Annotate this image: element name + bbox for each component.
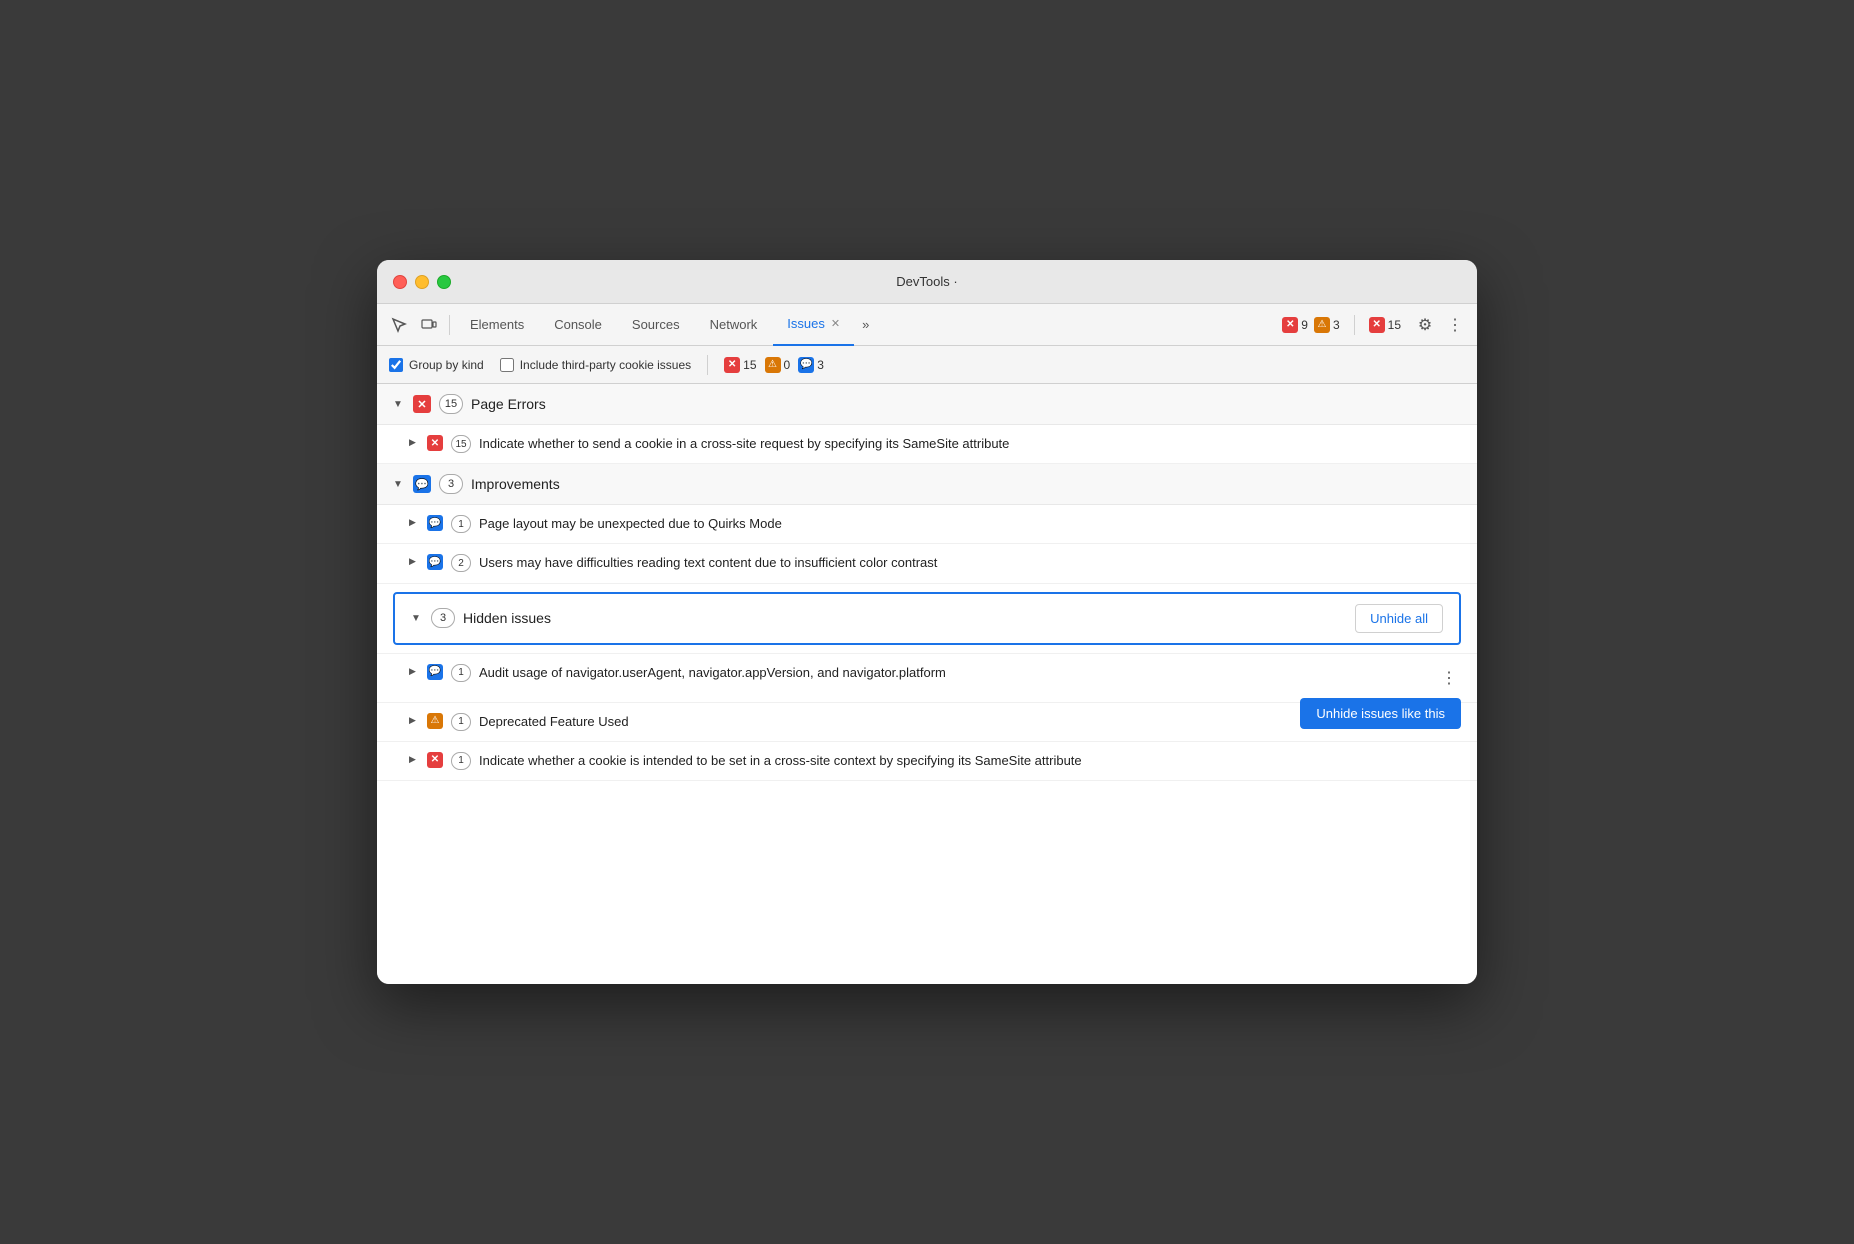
page-errors-icon: ✕ xyxy=(413,395,431,413)
issue-count-5: 1 xyxy=(451,713,471,731)
issue-info-icon-1: 💬 xyxy=(427,515,443,531)
issue-text: Indicate whether to send a cookie in a c… xyxy=(479,435,1461,453)
hidden-issues-section-header[interactable]: ▼ 3 Hidden issues Unhide all xyxy=(393,592,1461,645)
tab-close-icon[interactable]: ✕ xyxy=(831,317,840,330)
issue-chevron-2: ▶ xyxy=(409,517,419,528)
traffic-lights xyxy=(393,275,451,289)
warn-badge[interactable]: ⚠ 3 xyxy=(1314,317,1340,333)
group-by-kind-checkbox[interactable] xyxy=(389,358,403,372)
toolbar: Elements Console Sources Network Issues … xyxy=(377,304,1477,346)
more-options-icon[interactable]: ⋮ xyxy=(1441,311,1469,339)
page-errors-section-header[interactable]: ▼ ✕ 15 Page Errors xyxy=(377,384,1477,425)
improvements-count: 3 xyxy=(439,474,463,494)
filter-error-badge[interactable]: ✕ 15 xyxy=(724,357,756,373)
filter-badges: ✕ 15 ⚠ 0 💬 3 xyxy=(724,357,824,373)
group-by-kind-checkbox-group: Group by kind xyxy=(389,358,484,372)
error-badge[interactable]: ✕ 9 xyxy=(1282,317,1308,333)
issue-samesite-cookie[interactable]: ▶ ✕ 15 Indicate whether to send a cookie… xyxy=(377,425,1477,464)
issue-text-6: Indicate whether a cookie is intended to… xyxy=(479,752,1461,770)
issue-quirks-mode[interactable]: ▶ 💬 1 Page layout may be unexpected due … xyxy=(377,505,1477,544)
issue-count: 15 xyxy=(451,435,471,453)
issue-error-icon: ✕ xyxy=(427,435,443,451)
error-count: 9 xyxy=(1301,318,1308,332)
hidden-section-inner: ▼ 3 Hidden issues xyxy=(411,608,1347,628)
filter-error-count: 15 xyxy=(743,358,756,372)
issue-count-4: 1 xyxy=(451,664,471,682)
issue-info-icon-3: 💬 xyxy=(427,664,443,680)
issue-chevron-5: ▶ xyxy=(409,715,419,726)
issue-color-contrast[interactable]: ▶ 💬 2 Users may have difficulties readin… xyxy=(377,544,1477,583)
improvements-section-header[interactable]: ▼ 💬 3 Improvements xyxy=(377,464,1477,505)
issue-navigator-audit[interactable]: ▶ 💬 1 Audit usage of navigator.userAgent… xyxy=(377,654,1477,703)
issue-count-3: 2 xyxy=(451,554,471,572)
improvements-title: Improvements xyxy=(471,476,560,492)
issue-more-icon[interactable]: ⋮ xyxy=(1437,664,1461,692)
tab-network[interactable]: Network xyxy=(696,304,772,346)
filter-info-badge[interactable]: 💬 3 xyxy=(798,357,824,373)
window-title: DevTools · xyxy=(896,274,957,289)
improvements-icon: 💬 xyxy=(413,475,431,493)
close-button[interactable] xyxy=(393,275,407,289)
issue-chevron-3: ▶ xyxy=(409,556,419,567)
issue-info-icon-2: 💬 xyxy=(427,554,443,570)
third-party-label: Include third-party cookie issues xyxy=(520,358,691,372)
tab-console[interactable]: Console xyxy=(540,304,616,346)
issue-text-3: Users may have difficulties reading text… xyxy=(479,554,1461,572)
issues-count: 15 xyxy=(1388,318,1401,332)
issue-count-6: 1 xyxy=(451,752,471,770)
page-errors-chevron: ▼ xyxy=(393,399,405,410)
minimize-button[interactable] xyxy=(415,275,429,289)
issue-navigator-audit-row: ▶ 💬 1 Audit usage of navigator.userAgent… xyxy=(377,654,1477,703)
filter-separator xyxy=(707,355,708,375)
filter-warn-count: 0 xyxy=(784,358,791,372)
tab-issues[interactable]: Issues ✕ xyxy=(773,304,854,346)
filter-bar: Group by kind Include third-party cookie… xyxy=(377,346,1477,384)
issues-badge[interactable]: ✕ 15 xyxy=(1369,317,1401,333)
issue-text-4: Audit usage of navigator.userAgent, navi… xyxy=(479,664,1429,682)
device-toggle-icon[interactable] xyxy=(415,311,443,339)
warn-count: 3 xyxy=(1333,318,1340,332)
inspect-icon[interactable] xyxy=(385,311,413,339)
filter-warn-badge[interactable]: ⚠ 0 xyxy=(765,357,791,373)
maximize-button[interactable] xyxy=(437,275,451,289)
filter-info-icon: 💬 xyxy=(798,357,814,373)
more-tabs-icon[interactable]: » xyxy=(856,304,875,346)
devtools-window: DevTools · Elements Console Sources Netw… xyxy=(377,260,1477,984)
group-by-kind-label: Group by kind xyxy=(409,358,484,372)
badge-group: ✕ 9 ⚠ 3 xyxy=(1274,317,1347,333)
page-errors-title: Page Errors xyxy=(471,396,546,412)
hidden-title: Hidden issues xyxy=(463,610,551,626)
issue-warn-icon: ⚠ xyxy=(427,713,443,729)
filter-error-icon: ✕ xyxy=(724,357,740,373)
third-party-checkbox-group: Include third-party cookie issues xyxy=(500,358,691,372)
issue-count-2: 1 xyxy=(451,515,471,533)
hidden-chevron: ▼ xyxy=(411,613,423,624)
third-party-checkbox[interactable] xyxy=(500,358,514,372)
tab-sources[interactable]: Sources xyxy=(618,304,694,346)
titlebar: DevTools · xyxy=(377,260,1477,304)
issue-chevron: ▶ xyxy=(409,437,419,448)
improvements-chevron: ▼ xyxy=(393,479,405,490)
page-errors-count: 15 xyxy=(439,394,463,414)
filter-info-count: 3 xyxy=(817,358,824,372)
hidden-count: 3 xyxy=(431,608,455,628)
issue-chevron-4: ▶ xyxy=(409,666,419,677)
content: ▼ ✕ 15 Page Errors ▶ ✕ 15 Indicate wheth… xyxy=(377,384,1477,984)
unhide-all-button[interactable]: Unhide all xyxy=(1355,604,1443,633)
toolbar-divider-1 xyxy=(449,315,450,335)
issue-chevron-6: ▶ xyxy=(409,754,419,765)
warn-icon: ⚠ xyxy=(1314,317,1330,333)
unhide-issues-popup[interactable]: Unhide issues like this xyxy=(1300,698,1461,729)
issue-samesite-cookie2[interactable]: ▶ ✕ 1 Indicate whether a cookie is inten… xyxy=(377,742,1477,781)
tab-elements[interactable]: Elements xyxy=(456,304,538,346)
issues-error-icon: ✕ xyxy=(1369,317,1385,333)
issue-error-icon-2: ✕ xyxy=(427,752,443,768)
filter-warn-icon: ⚠ xyxy=(765,357,781,373)
settings-icon[interactable]: ⚙ xyxy=(1411,311,1439,339)
error-icon: ✕ xyxy=(1282,317,1298,333)
issues-badge-group: ✕ 15 xyxy=(1361,317,1409,333)
issue-text-2: Page layout may be unexpected due to Qui… xyxy=(479,515,1461,533)
badge-separator xyxy=(1354,315,1355,335)
